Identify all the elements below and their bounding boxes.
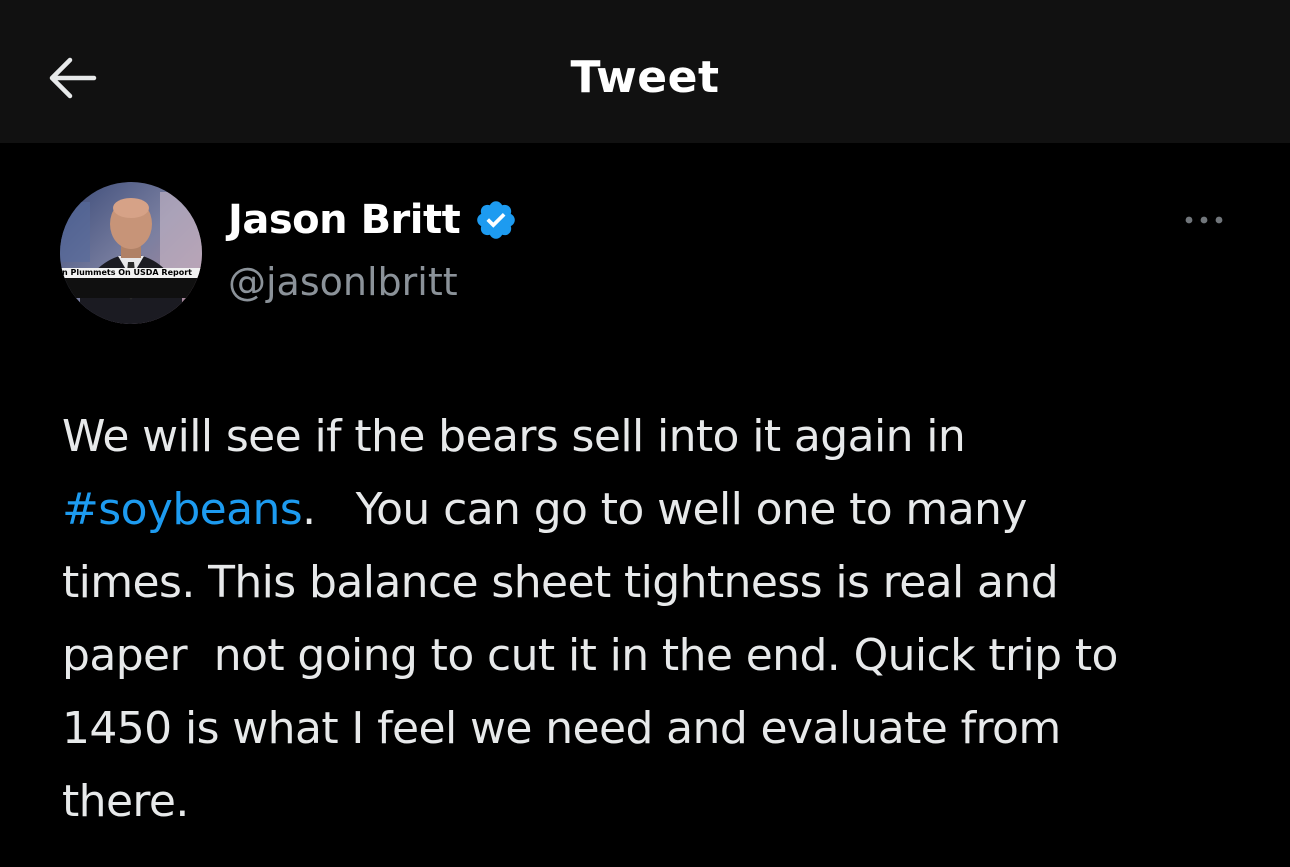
tweet-line: there.	[62, 776, 189, 827]
more-horizontal-icon	[1185, 216, 1223, 224]
avatar[interactable]: n Plummets On USDA Report	[60, 182, 202, 324]
top-bar: Tweet	[0, 0, 1290, 143]
avatar-image	[60, 182, 202, 324]
hashtag-link[interactable]: #soybeans	[62, 484, 303, 535]
tweet-line-continuation: . You can go to well one to many	[302, 484, 1027, 535]
tweet-text: We will see if the bears sell into it ag…	[62, 400, 1242, 838]
tweet-line: We will see if the bears sell into it ag…	[62, 411, 966, 462]
author-name[interactable]: Jason Britt	[228, 197, 461, 243]
page-title: Tweet	[570, 52, 720, 103]
author-handle[interactable]: @jasonlbritt	[228, 256, 458, 308]
tweet-line: paper not going to cut it in the end. Qu…	[62, 630, 1118, 681]
author-name-row[interactable]: Jason Britt	[228, 192, 518, 248]
verified-badge-icon	[477, 201, 516, 239]
tweet-line: times. This balance sheet tightness is r…	[62, 557, 1059, 608]
tweet-line: 1450 is what I feel we need and evaluate…	[62, 703, 1061, 754]
tweet-page: Tweet n Plummets On USDA Report Jason Br…	[0, 0, 1290, 867]
tweet-line-hashtag: #soybeans. You can go to well one to man…	[62, 473, 1242, 546]
avatar-caption: n Plummets On USDA Report	[62, 268, 192, 277]
more-options-button[interactable]	[1176, 200, 1232, 240]
